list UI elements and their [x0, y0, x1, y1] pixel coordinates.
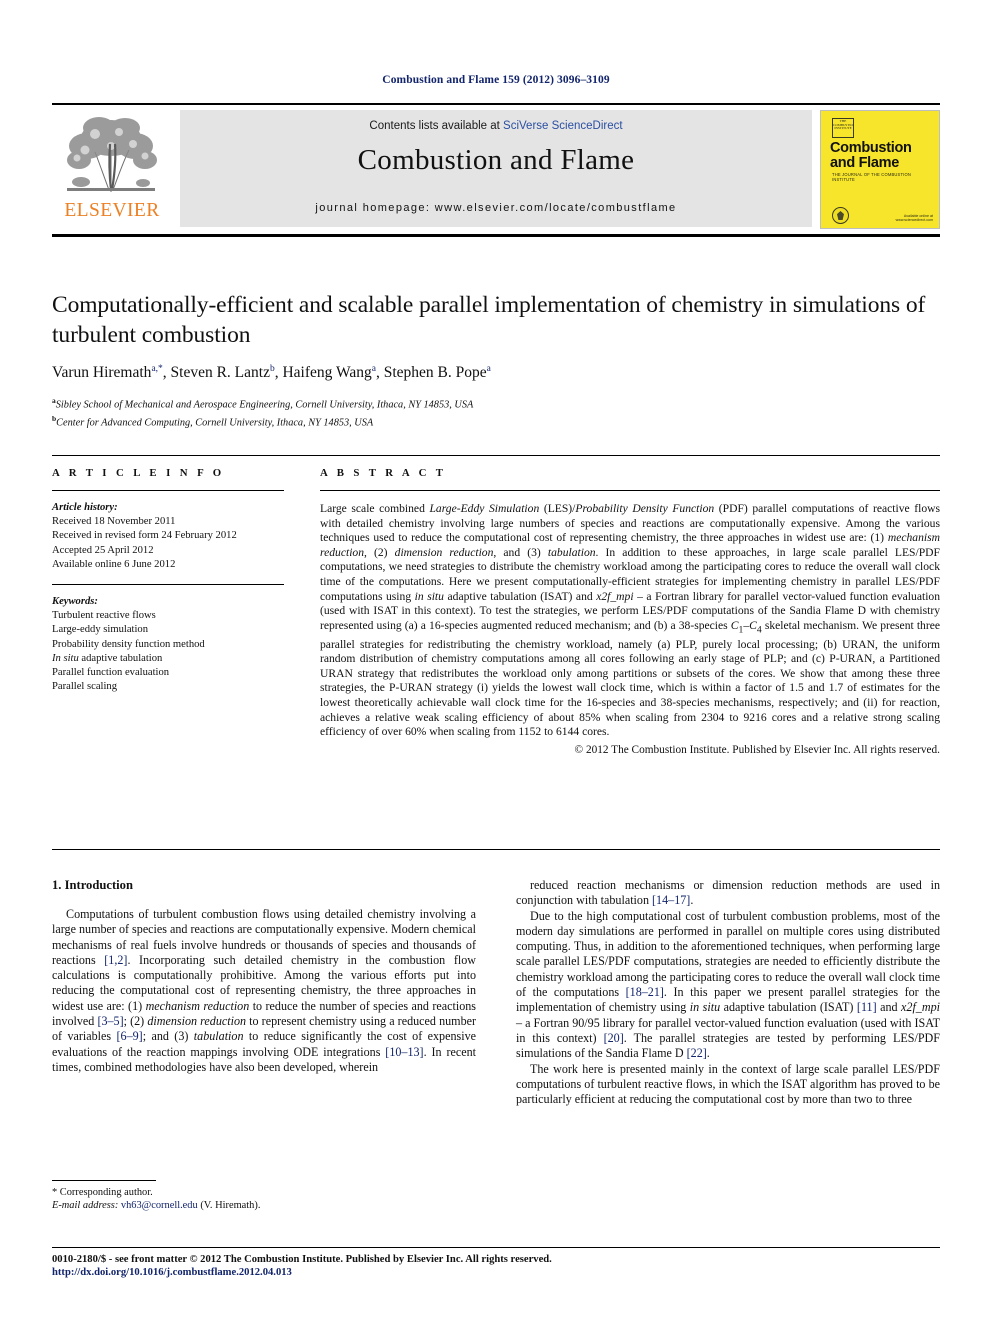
cover-footer-text: Available online at www.sciencedirect.co…: [895, 214, 933, 222]
keyword-item: Turbulent reactive flows: [52, 610, 156, 622]
elsevier-logo: ELSEVIER: [56, 110, 168, 227]
author-affiliation-mark: a: [371, 364, 376, 374]
keyword-item: In situ adaptive tabulation: [52, 652, 163, 664]
abstract-heading: A B S T R A C T: [320, 467, 447, 479]
body-paragraph: reduced reaction mechanisms or dimension…: [516, 878, 940, 908]
cover-seal-inner-shape: [837, 211, 844, 220]
info-abstract-top-rule: [52, 455, 940, 456]
journal-masthead: ELSEVIER Contents lists available at Sci…: [52, 103, 940, 237]
body-right-paragraphs: reduced reaction mechanisms or dimension…: [516, 878, 940, 1107]
page-footer: 0010-2180/$ - see front matter © 2012 Th…: [52, 1247, 940, 1278]
email-suffix: (V. Hiremath).: [200, 1200, 261, 1212]
corresponding-author-footnote: * Corresponding author. E-mail address: …: [52, 1180, 476, 1213]
keywords-label: Keywords:: [52, 596, 98, 608]
affiliation-item: aSibley School of Mechanical and Aerospa…: [52, 396, 474, 411]
cover-seal-icon: [832, 207, 849, 224]
footer-doi-link[interactable]: http://dx.doi.org/10.1016/j.combustflame…: [52, 1267, 940, 1278]
paper-page: Combustion and Flame 159 (2012) 3096–310…: [0, 0, 992, 1323]
masthead-bottom-rule: [52, 234, 940, 237]
sciencedirect-link[interactable]: SciVerse ScienceDirect: [503, 120, 623, 132]
contents-prefix: Contents lists available at: [369, 120, 504, 132]
affiliation-mark: b: [52, 414, 57, 424]
cover-subtitle: THE JOURNAL OF THE COMBUSTION INSTITUTE: [832, 172, 912, 182]
article-history-item: Accepted 25 April 2012: [52, 544, 154, 556]
article-history-item: Received in revised form 24 February 201…: [52, 530, 237, 542]
footer-issn-line: 0010-2180/$ - see front matter © 2012 Th…: [52, 1254, 552, 1265]
article-info-rule: [52, 490, 284, 491]
author-affiliation-mark: a: [486, 364, 491, 374]
section-heading-introduction: 1. Introduction: [52, 878, 133, 892]
body-paragraph: Due to the high computational cost of tu…: [516, 908, 940, 1061]
footer-rule: [52, 1247, 940, 1248]
page-title: Computationally-efficient and scalable p…: [52, 292, 926, 348]
body-left-paragraphs: Computations of turbulent combustion flo…: [52, 907, 476, 1075]
corresponding-author-line: * Corresponding author.: [52, 1187, 153, 1198]
info-abstract-bottom-rule: [52, 849, 940, 850]
footnote-rule: [52, 1180, 156, 1181]
article-history-items: Received 18 November 2011 Received in rev…: [52, 515, 284, 572]
title-block: Computationally-efficient and scalable p…: [52, 290, 940, 430]
body-column-right: reduced reaction mechanisms or dimension…: [516, 878, 940, 1107]
article-history-item: Available online 6 June 2012: [52, 558, 176, 570]
author-name: Varun Hirematha,*: [52, 364, 163, 382]
article-history: Article history: Received 18 November 20…: [52, 501, 284, 572]
email-line: E-mail address: vh63@cornell.edu (V. Hir…: [52, 1199, 476, 1212]
keyword-item: Probability density function method: [52, 638, 205, 650]
elsevier-wordmark: ELSEVIER: [64, 200, 160, 221]
journal-title: Combustion and Flame: [357, 144, 635, 176]
running-head: Combustion and Flame 159 (2012) 3096–310…: [382, 74, 610, 86]
cover-title: Combustion and Flame: [830, 140, 912, 171]
abstract-column: A B S T R A C T Large scale combined Lar…: [320, 467, 940, 756]
keywords-rule: [52, 584, 284, 586]
affiliation-item: bCenter for Advanced Computing, Cornell …: [52, 414, 374, 429]
body-columns: 1. Introduction Computations of turbulen…: [52, 878, 940, 1168]
contents-available-line: Contents lists available at SciVerse Sci…: [180, 120, 812, 132]
email-link[interactable]: vh63@cornell.edu: [121, 1200, 198, 1211]
article-history-label: Article history:: [52, 502, 118, 513]
keyword-item: Parallel function evaluation: [52, 667, 170, 679]
abstract-copyright: © 2012 The Combustion Institute. Publish…: [574, 743, 940, 756]
keyword-item: Large-eddy simulation: [52, 624, 149, 636]
body-paragraph: The work here is presented mainly in the…: [516, 1061, 940, 1107]
email-label: E-mail address:: [52, 1200, 119, 1212]
elsevier-tree-icon: [59, 112, 163, 198]
keywords-items: Turbulent reactive flows Large-eddy simul…: [52, 609, 284, 694]
affiliation-list: aSibley School of Mechanical and Aerospa…: [52, 394, 940, 430]
article-info-column: A R T I C L E I N F O Article history: R…: [52, 467, 284, 694]
abstract-rule: [320, 490, 940, 491]
masthead-center-panel: Contents lists available at SciVerse Sci…: [180, 110, 812, 227]
author-list: Varun Hirematha,*, Steven R. Lantzb, Hai…: [52, 364, 491, 382]
journal-homepage-link[interactable]: journal homepage: www.elsevier.com/locat…: [180, 202, 812, 214]
author-name: Stephen B. Popea: [383, 364, 491, 382]
keywords-block: Keywords: Turbulent reactive flows Large-…: [52, 595, 284, 694]
body-column-left: 1. Introduction Computations of turbulen…: [52, 878, 476, 1075]
article-history-item: Received 18 November 2011: [52, 516, 176, 528]
author-name: Steven R. Lantzb: [170, 364, 275, 382]
cover-institute-logo: THE COMBUSTION INSTITUTE: [832, 118, 854, 138]
author-name: Haifeng Wanga: [282, 364, 376, 382]
author-affiliation-mark: b: [269, 364, 275, 374]
body-paragraph: Computations of turbulent combustion flo…: [52, 907, 477, 1074]
keyword-item: Parallel scaling: [52, 681, 118, 693]
author-affiliation-mark: a,*: [151, 364, 163, 374]
masthead-top-rule: [52, 103, 940, 105]
journal-cover-image: THE COMBUSTION INSTITUTE Combustion and …: [820, 110, 940, 229]
abstract-text: Large scale combined Large-Eddy Simulati…: [320, 502, 941, 739]
affiliation-mark: a: [52, 396, 56, 406]
article-info-heading: A R T I C L E I N F O: [52, 467, 225, 479]
